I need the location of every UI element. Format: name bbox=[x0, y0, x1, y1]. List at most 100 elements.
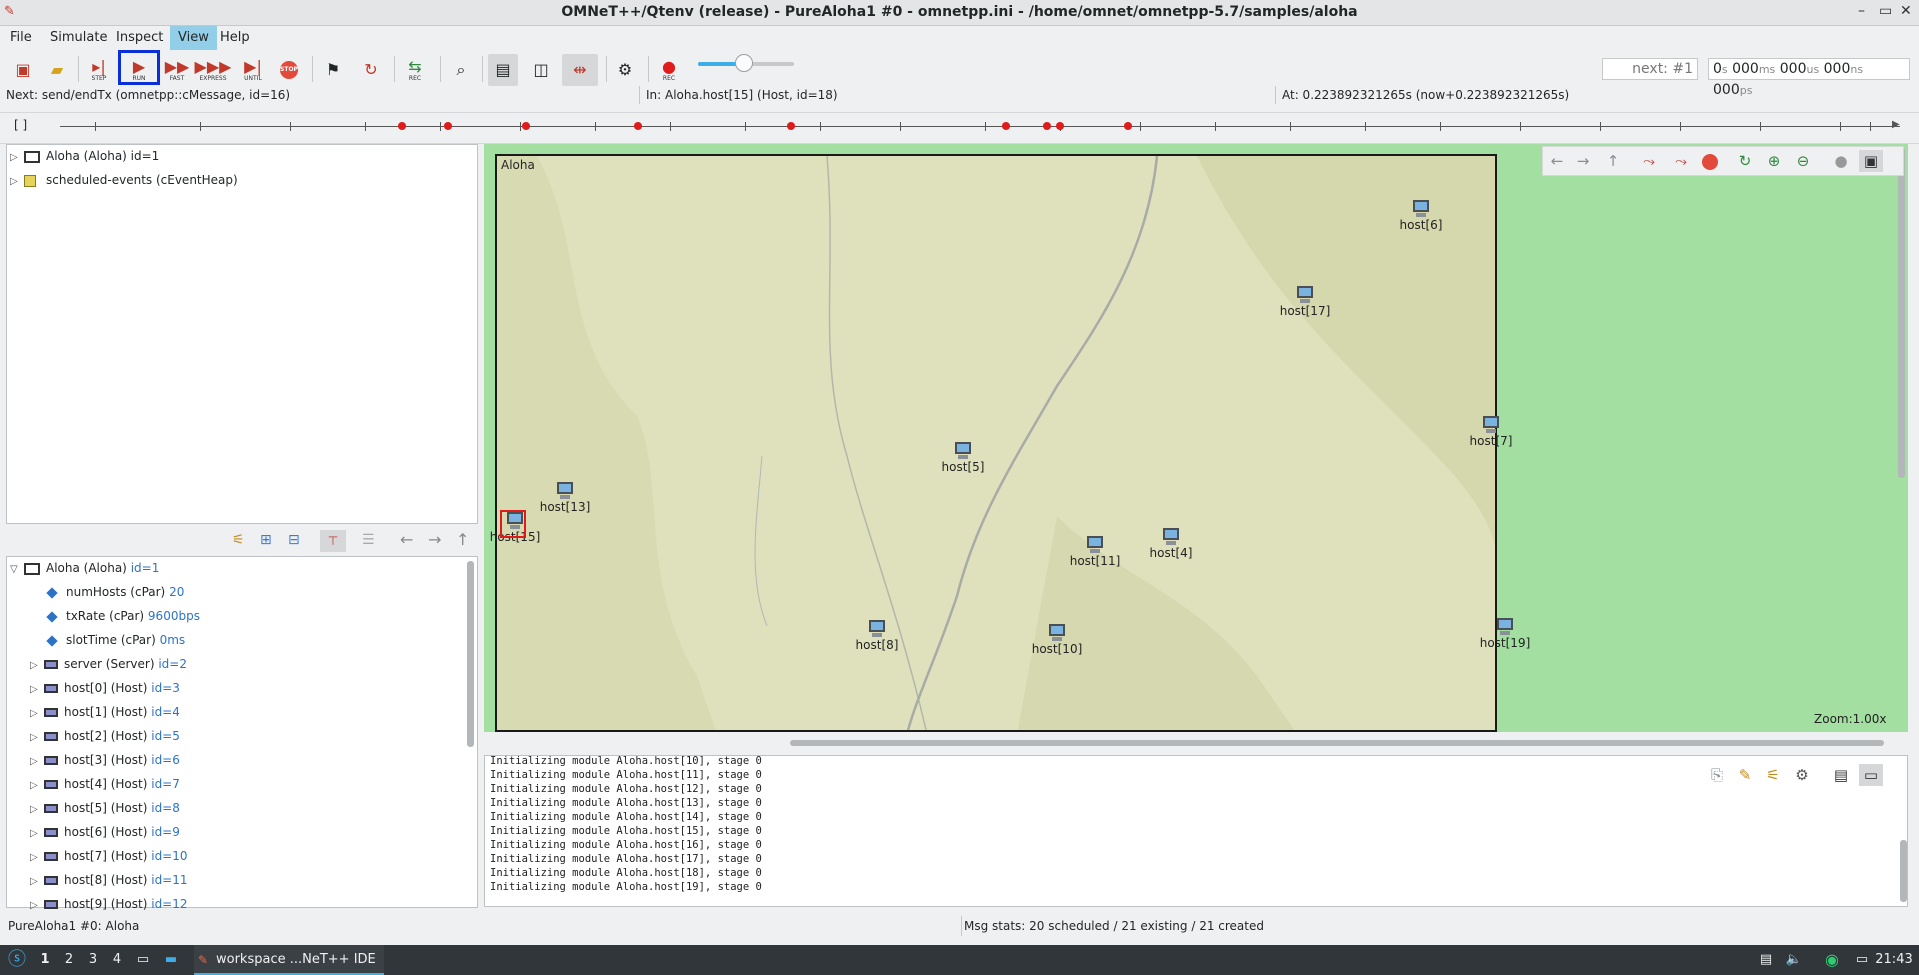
chevron-right-icon[interactable]: ▷ bbox=[10, 146, 24, 170]
maximize-button[interactable]: ▭ bbox=[1879, 3, 1892, 19]
submodule-row[interactable]: ▷ host[6] (Host) id=9 bbox=[30, 820, 180, 844]
zoom-in-icon[interactable]: ⊕ bbox=[1762, 150, 1786, 172]
find-objects-button[interactable]: ⌕ bbox=[446, 54, 476, 86]
close-button[interactable]: ✕ bbox=[1900, 3, 1912, 19]
module-names-icon[interactable]: ● bbox=[1829, 150, 1853, 172]
chevron-right-icon[interactable]: ▷ bbox=[30, 678, 44, 702]
submodule-row[interactable]: ▷ host[3] (Host) id=6 bbox=[30, 748, 180, 772]
filter-icon[interactable]: ⚟ bbox=[1761, 764, 1785, 786]
up-arrow-icon[interactable]: ↑ bbox=[456, 530, 469, 549]
step-in-icon[interactable]: ⤳ bbox=[1637, 150, 1661, 172]
host-node[interactable]: host[19] bbox=[1470, 618, 1540, 650]
back-arrow-icon[interactable]: ← bbox=[1545, 150, 1569, 172]
event-marker[interactable] bbox=[1124, 122, 1132, 130]
chevron-right-icon[interactable]: ▷ bbox=[30, 846, 44, 870]
zoom-out-icon[interactable]: ⊖ bbox=[1791, 150, 1815, 172]
inheritance-mode-icon[interactable]: ⊤ bbox=[320, 530, 346, 552]
chevron-right-icon[interactable]: ▷ bbox=[30, 726, 44, 750]
submodule-row[interactable]: ▷ host[2] (Host) id=5 bbox=[30, 724, 180, 748]
forward-arrow-icon[interactable]: → bbox=[428, 530, 441, 549]
submodule-row[interactable]: ▷ host[8] (Host) id=11 bbox=[30, 868, 188, 892]
event-recording-button[interactable]: ⇆ REC bbox=[400, 54, 430, 86]
up-arrow-icon[interactable]: ↑ bbox=[1601, 150, 1625, 172]
copy-icon[interactable]: ⎘ bbox=[1705, 764, 1729, 786]
timeline[interactable] bbox=[0, 112, 1919, 144]
submodule-row[interactable]: ▷ host[7] (Host) id=10 bbox=[30, 844, 188, 868]
host-node[interactable]: host[6] bbox=[1386, 200, 1456, 232]
menu-help[interactable]: Help bbox=[212, 26, 258, 50]
event-marker[interactable] bbox=[444, 122, 452, 130]
clipboard-icon[interactable]: ▤ bbox=[1756, 945, 1776, 975]
event-marker[interactable] bbox=[787, 122, 795, 130]
express-button[interactable]: ▶▶▶ EXPRESS bbox=[195, 54, 232, 86]
event-marker[interactable] bbox=[1002, 122, 1010, 130]
inspector-scrollbar[interactable] bbox=[467, 561, 474, 747]
submodule-row[interactable]: ▷ host[1] (Host) id=4 bbox=[30, 700, 180, 724]
event-marker[interactable] bbox=[634, 122, 642, 130]
new-network-button[interactable]: ▣ bbox=[8, 54, 38, 86]
chevron-right-icon[interactable]: ▷ bbox=[30, 702, 44, 726]
submodule-row[interactable]: ▷ host[9] (Host) id=12 bbox=[30, 892, 188, 916]
display-icon[interactable]: ▭ bbox=[1852, 945, 1872, 975]
layers-icon[interactable]: ▣ bbox=[1859, 150, 1883, 172]
stop-in-icon[interactable] bbox=[1698, 150, 1722, 172]
network-status-icon[interactable]: ◉ bbox=[1820, 945, 1844, 975]
submodule-row[interactable]: ▷ server (Server) id=2 bbox=[30, 652, 187, 676]
workspace-2[interactable]: 2 bbox=[60, 945, 78, 975]
event-marker[interactable] bbox=[1056, 122, 1064, 130]
host-node[interactable]: host[13] bbox=[530, 482, 600, 514]
timeline-toggle-button[interactable]: ⇹ bbox=[562, 54, 598, 86]
chevron-right-icon[interactable]: ▷ bbox=[30, 654, 44, 678]
workspace-4[interactable]: 4 bbox=[108, 945, 126, 975]
taskbar-window-ide[interactable]: workspace ...NeT++ IDE bbox=[194, 945, 384, 975]
back-arrow-icon[interactable]: ← bbox=[400, 530, 413, 549]
messages-mode-icon[interactable]: ▤ bbox=[1829, 764, 1853, 786]
inspector-root-row[interactable]: ▽ Aloha (Aloha) id=1 bbox=[10, 556, 159, 580]
chevron-right-icon[interactable]: ▷ bbox=[30, 894, 44, 918]
load-ned-button[interactable]: ▰ bbox=[42, 54, 72, 86]
submodule-row[interactable]: ▷ host[0] (Host) id=3 bbox=[30, 676, 180, 700]
host-node[interactable]: host[17] bbox=[1270, 286, 1340, 318]
chevron-right-icon[interactable]: ▷ bbox=[30, 822, 44, 846]
until-button[interactable]: ▶| UNTIL bbox=[238, 54, 268, 86]
host-node[interactable]: host[8] bbox=[842, 620, 912, 652]
chevron-right-icon[interactable]: ▷ bbox=[10, 170, 24, 194]
launcher-icon[interactable]: ⓢ bbox=[4, 945, 30, 975]
slider-handle[interactable] bbox=[735, 54, 753, 72]
tree-row-aloha[interactable]: ▷ Aloha (Aloha) id=1 bbox=[10, 144, 159, 168]
flat-mode-icon[interactable]: ⊞ bbox=[260, 532, 272, 548]
host-node[interactable]: host[5] bbox=[928, 442, 998, 474]
video-record-button[interactable]: ● REC bbox=[654, 54, 684, 86]
submodule-row[interactable]: ▷ host[5] (Host) id=8 bbox=[30, 796, 180, 820]
desktop-icon[interactable]: ▬ bbox=[160, 945, 182, 975]
host-node[interactable]: host[11] bbox=[1060, 536, 1130, 568]
find-icon[interactable]: ✎ bbox=[1733, 764, 1757, 786]
relayout-icon[interactable]: ↻ bbox=[1733, 150, 1757, 172]
fast-button[interactable]: ▶▶ FAST bbox=[162, 54, 192, 86]
volume-icon[interactable]: 🔈 bbox=[1784, 945, 1804, 975]
preferences-button[interactable]: ⚙ bbox=[610, 54, 640, 86]
chevron-right-icon[interactable]: ▷ bbox=[30, 750, 44, 774]
file-manager-icon[interactable]: ▭ bbox=[132, 945, 154, 975]
workspace-3[interactable]: 3 bbox=[84, 945, 102, 975]
horizontal-layout-button[interactable]: ▤ bbox=[488, 54, 518, 86]
param-row[interactable]: txRate (cPar) 9600bps bbox=[46, 604, 200, 628]
rebuild-network-button[interactable]: ↻ bbox=[356, 54, 386, 86]
group-by-icon[interactable]: ⚟ bbox=[232, 532, 245, 548]
param-row[interactable]: slotTime (cPar) 0ms bbox=[46, 628, 185, 652]
forward-arrow-icon[interactable]: → bbox=[1571, 150, 1595, 172]
step-button[interactable]: ▸| STEP bbox=[84, 54, 114, 86]
chevron-down-icon[interactable]: ▽ bbox=[10, 558, 24, 582]
event-marker[interactable] bbox=[522, 122, 530, 130]
event-marker[interactable] bbox=[1043, 122, 1051, 130]
submodule-row[interactable]: ▷ host[4] (Host) id=7 bbox=[30, 772, 180, 796]
minimize-button[interactable]: – bbox=[1858, 3, 1865, 19]
menu-inspect[interactable]: Inspect bbox=[108, 26, 171, 50]
host-node[interactable]: host[7] bbox=[1456, 416, 1526, 448]
log-settings-icon[interactable]: ⚙ bbox=[1790, 764, 1814, 786]
stop-button[interactable]: STOP bbox=[274, 54, 304, 86]
log-scrollbar[interactable] bbox=[1900, 840, 1907, 902]
finish-button[interactable]: ⚑ bbox=[318, 54, 348, 86]
menu-file[interactable]: File bbox=[2, 26, 40, 50]
menu-view[interactable]: View bbox=[170, 26, 217, 50]
